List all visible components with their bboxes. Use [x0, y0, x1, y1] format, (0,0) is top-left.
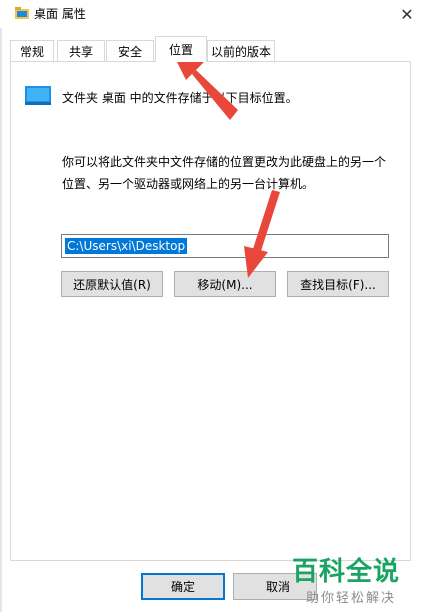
window-title: 桌面 属性 — [34, 7, 86, 21]
tab-strip: 常规 共享 安全 位置 以前的版本 — [0, 36, 422, 62]
move-button[interactable]: 移动(M)... — [174, 271, 276, 297]
window-border — [0, 28, 2, 612]
tab-label: 共享 — [68, 45, 93, 59]
tab-general[interactable]: 常规 — [10, 40, 54, 62]
tab-label: 安全 — [117, 45, 142, 59]
tab-location[interactable]: 位置 — [155, 36, 207, 62]
path-input[interactable]: C:\Users\xi\Desktop — [61, 234, 389, 258]
watermark-slogan: 助你轻松解决 — [306, 591, 397, 606]
help-text-line-1: 你可以将此文件夹中文件存储的位置更改为此硬盘上的另一个 — [62, 155, 387, 169]
watermark: 百科全说 助你轻松解决 — [290, 551, 422, 612]
find-target-button[interactable]: 查找目标(F)... — [287, 271, 389, 297]
tab-security[interactable]: 安全 — [106, 40, 154, 62]
tab-label: 位置 — [168, 43, 193, 57]
title-bar: 桌面 属性 ✕ — [0, 0, 422, 28]
tab-label: 以前的版本 — [210, 45, 271, 59]
desktop-folder-icon — [25, 86, 51, 105]
location-panel — [10, 61, 411, 561]
path-input-value: C:\Users\xi\Desktop — [65, 238, 188, 254]
folder-description: 文件夹 桌面 中的文件存储于以下目标位置。 — [62, 91, 298, 105]
folder-icon — [15, 7, 29, 19]
properties-window: 桌面 属性 ✕ 常规 共享 安全 位置 以前的版本 文件夹 桌面 中的文件存储于… — [0, 0, 422, 612]
help-text-line-2: 位置、另一个驱动器或网络上的另一台计算机。 — [62, 177, 315, 191]
watermark-logo-text: 百科全说 — [292, 557, 401, 587]
ok-button[interactable]: 确定 — [141, 573, 225, 600]
tab-previous-versions[interactable]: 以前的版本 — [207, 40, 275, 62]
restore-default-button[interactable]: 还原默认值(R) — [61, 271, 163, 297]
tab-label: 常规 — [19, 45, 44, 59]
close-icon: ✕ — [400, 4, 414, 24]
tab-sharing[interactable]: 共享 — [57, 40, 105, 62]
close-button[interactable]: ✕ — [392, 0, 422, 28]
